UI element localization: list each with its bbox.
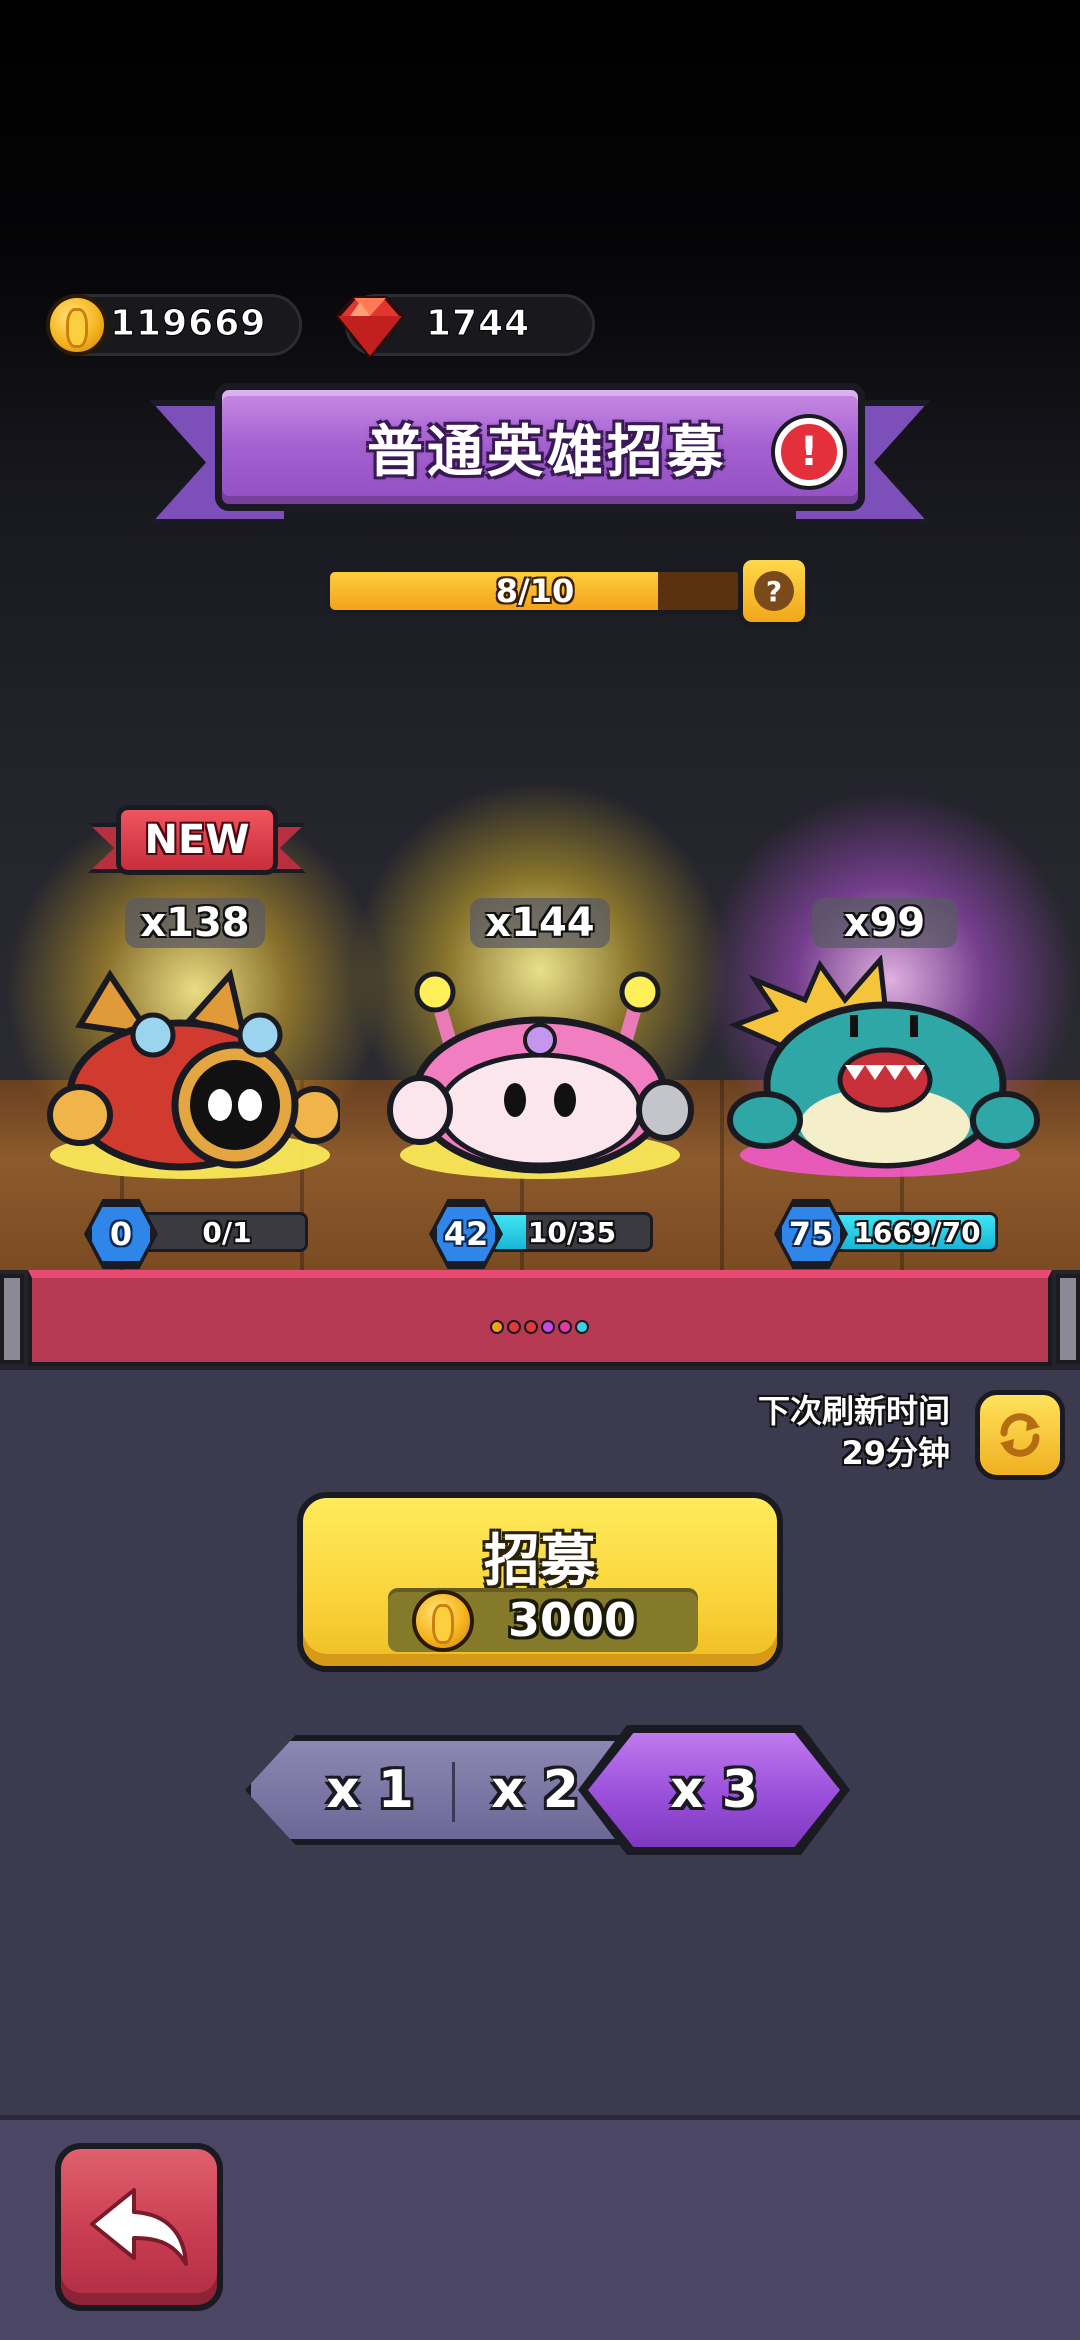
- hero-count-3: x99: [812, 898, 957, 948]
- coin-amount: 119669: [109, 303, 267, 345]
- refresh-time: 29分钟: [841, 1434, 950, 1472]
- recruit-progress-bar: 8/10: [325, 567, 745, 615]
- hero-level-3: 1669/70 75: [774, 1199, 998, 1269]
- refresh-label: 下次刷新时间: [757, 1392, 950, 1430]
- recruit-cost: 3000: [388, 1588, 698, 1652]
- gold-coin-icon: [412, 1590, 474, 1652]
- hero-pink-robot[interactable]: [385, 960, 695, 1185]
- new-badge: NEW: [88, 805, 306, 883]
- page-indicator: [490, 1320, 589, 1334]
- help-button[interactable]: ?: [738, 555, 810, 627]
- recruit-label: 招募: [484, 1529, 596, 1594]
- gem-amount: 1744: [425, 303, 531, 345]
- recruit-button[interactable]: 招募 3000: [297, 1492, 783, 1672]
- refresh-info: 下次刷新时间 29分钟: [758, 1390, 950, 1474]
- red-gem-icon: [335, 296, 405, 360]
- hero-goggle-bug[interactable]: [40, 965, 340, 1185]
- exclamation-icon[interactable]: !: [775, 418, 843, 486]
- multiplier-x3[interactable]: x 3: [588, 1735, 840, 1845]
- gold-coin-icon: [46, 294, 108, 356]
- recruit-banner: 普通英雄招募: [215, 383, 865, 511]
- hero-count-1: x138: [125, 898, 265, 948]
- hero-count-2: x144: [470, 898, 610, 948]
- question-icon: ?: [754, 571, 794, 611]
- multiplier-divider: [452, 1762, 455, 1822]
- hero-level-1: 0/1 0: [84, 1199, 308, 1269]
- progress-text: 8/10: [495, 572, 575, 610]
- hero-level-2: 10/35 42: [429, 1199, 653, 1269]
- refresh-icon: [1000, 1413, 1040, 1457]
- hero-teal-dino[interactable]: [720, 955, 1040, 1185]
- back-button[interactable]: [55, 2143, 223, 2311]
- multiplier-x1[interactable]: x 1: [300, 1735, 440, 1845]
- back-arrow-icon: [90, 2188, 188, 2266]
- recruit-cost-amount: 3000: [508, 1593, 637, 1647]
- refresh-button[interactable]: [975, 1390, 1065, 1480]
